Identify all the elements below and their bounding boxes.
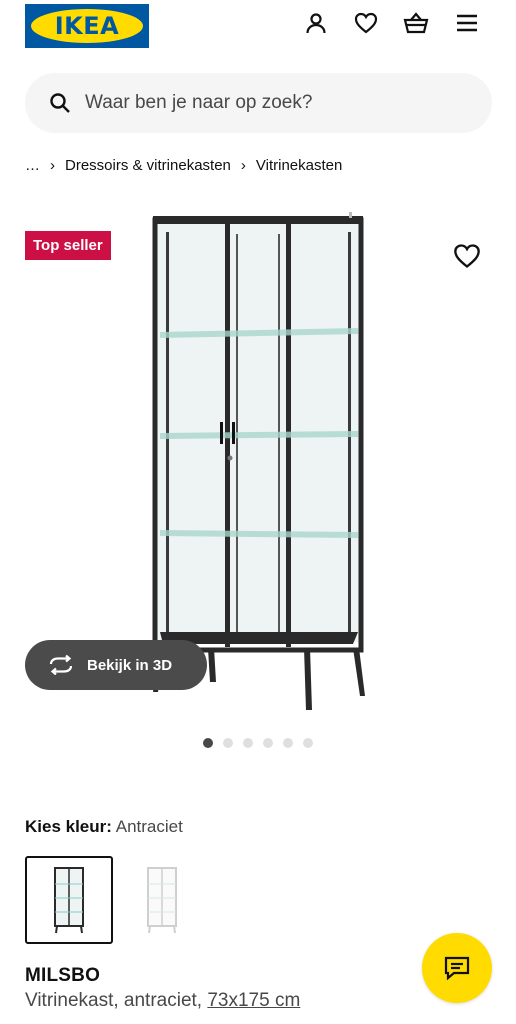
chat-button[interactable] xyxy=(422,933,492,1003)
color-label-heading: Kies kleur: xyxy=(25,817,112,836)
color-swatch-antraciet[interactable] xyxy=(25,856,113,944)
search-bar[interactable] xyxy=(25,73,492,133)
carousel-dot[interactable] xyxy=(203,738,213,748)
logo-oval: IKEA xyxy=(31,9,143,43)
color-chooser-label: Kies kleur: Antraciet xyxy=(25,817,183,837)
rotate-3d-icon xyxy=(49,655,73,675)
basket-icon[interactable] xyxy=(403,10,429,36)
swatch-cabinet-white xyxy=(147,867,177,934)
chevron-right-icon: › xyxy=(240,156,246,174)
breadcrumb-dressoirs[interactable]: Dressoirs & vitrinekasten xyxy=(65,157,231,174)
image-carousel-dots xyxy=(203,738,313,748)
heart-icon[interactable] xyxy=(353,10,379,36)
carousel-dot[interactable] xyxy=(223,738,233,748)
logo-text: IKEA xyxy=(54,12,120,40)
chat-icon xyxy=(444,956,470,981)
account-icon[interactable] xyxy=(303,10,329,36)
breadcrumb-vitrinekasten[interactable]: Vitrinekasten xyxy=(256,157,342,174)
color-swatch-white[interactable] xyxy=(118,856,206,944)
product-name: MILSBO xyxy=(25,965,101,986)
breadcrumb-ellipsis[interactable]: … xyxy=(25,157,40,174)
menu-icon[interactable] xyxy=(454,10,480,36)
top-seller-badge: Top seller xyxy=(25,231,111,260)
chevron-right-icon: › xyxy=(50,156,55,174)
product-size-link[interactable]: 73x175 cm xyxy=(207,990,300,1011)
product-description-text: Vitrinekast, antraciet, xyxy=(25,990,203,1011)
color-label-value: Antraciet xyxy=(115,817,183,836)
view-3d-label: Bekijk in 3D xyxy=(87,656,173,674)
search-input[interactable] xyxy=(85,92,445,114)
carousel-dot[interactable] xyxy=(263,738,273,748)
product-description: Vitrinekast, antraciet, 73x175 cm xyxy=(25,990,300,1012)
breadcrumb: … › Dressoirs & vitrinekasten › Vitrinek… xyxy=(25,155,342,175)
search-icon xyxy=(50,93,70,113)
carousel-dot[interactable] xyxy=(283,738,293,748)
ikea-logo[interactable]: IKEA xyxy=(25,4,149,48)
carousel-dot[interactable] xyxy=(243,738,253,748)
swatch-cabinet-dark xyxy=(54,867,84,934)
header: IKEA xyxy=(0,0,516,60)
favourite-heart-icon[interactable] xyxy=(453,243,481,269)
carousel-dot[interactable] xyxy=(303,738,313,748)
view-3d-button[interactable]: Bekijk in 3D xyxy=(25,640,207,690)
